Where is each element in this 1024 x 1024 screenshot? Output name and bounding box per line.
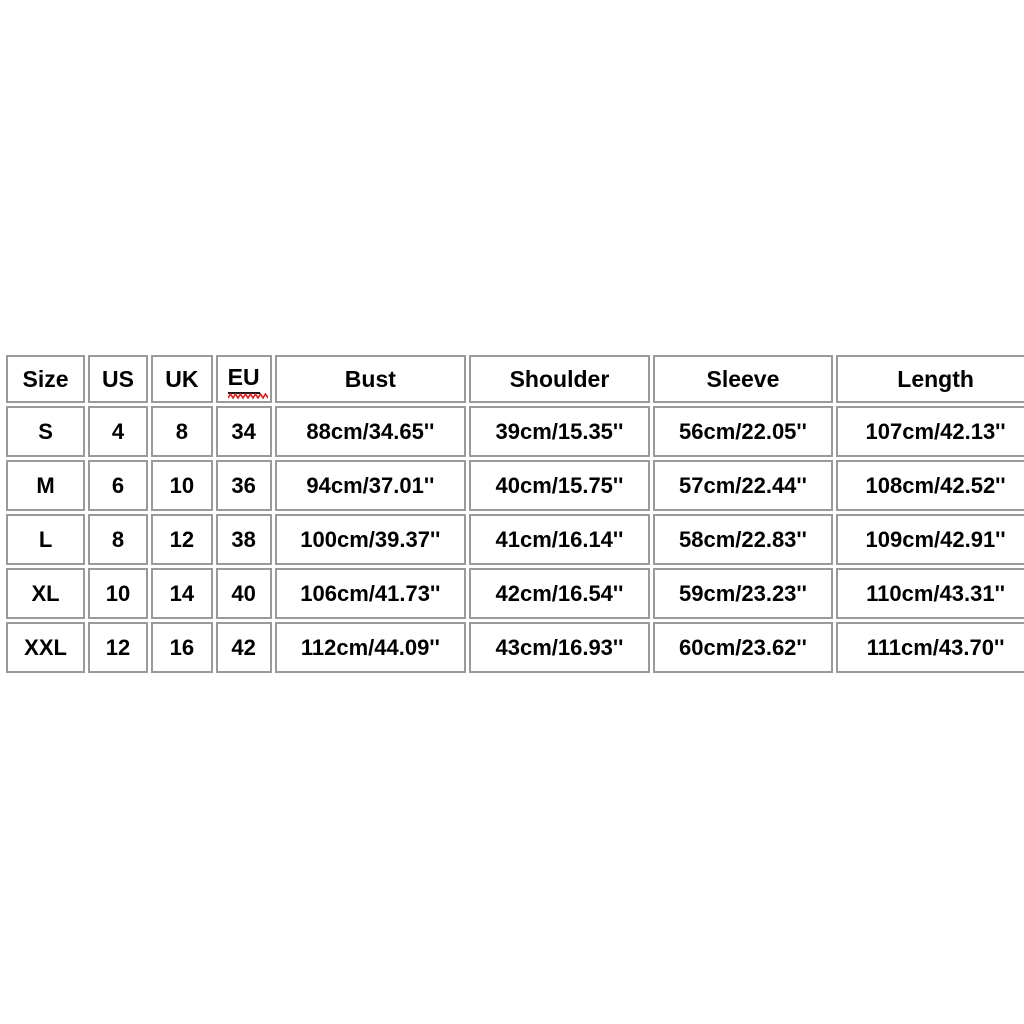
column-header-uk-label: UK [165, 365, 199, 392]
cell-eu: 34 [215, 406, 272, 457]
column-header-shoulder-label: Shoulder [509, 365, 610, 392]
column-header-bust-label: Bust [344, 365, 396, 392]
column-header-shoulder: Shoulder [469, 355, 650, 403]
cell-size: S [6, 406, 86, 457]
cell-length: 107cm/42.13'' [836, 406, 1024, 457]
table-header-row: Size US UK EU Bust Shoulder Sleeve Lengt… [6, 355, 1024, 403]
table-row: S 4 8 34 88cm/34.65'' 39cm/15.35'' 56cm/… [6, 406, 1024, 457]
cell-bust: 94cm/37.01'' [274, 460, 467, 511]
cell-eu: 38 [215, 514, 272, 565]
cell-uk: 12 [150, 514, 213, 565]
cell-bust: 106cm/41.73'' [274, 568, 467, 619]
cell-eu: 36 [215, 460, 272, 511]
column-header-size-label: Size [22, 365, 69, 392]
cell-length: 108cm/42.52'' [836, 460, 1024, 511]
cell-size: XXL [6, 622, 86, 673]
cell-uk: 8 [150, 406, 213, 457]
cell-uk: 16 [150, 622, 213, 673]
cell-sleeve: 57cm/22.44'' [652, 460, 834, 511]
table-row: L 8 12 38 100cm/39.37'' 41cm/16.14'' 58c… [6, 514, 1024, 565]
size-chart-body: Size US UK EU Bust Shoulder Sleeve Lengt… [6, 355, 1024, 673]
column-header-length: Length [836, 355, 1024, 403]
column-header-bust: Bust [274, 355, 467, 403]
cell-bust: 100cm/39.37'' [274, 514, 467, 565]
cell-bust: 112cm/44.09'' [274, 622, 467, 673]
spellcheck-squiggle-icon [227, 393, 268, 399]
cell-shoulder: 40cm/15.75'' [469, 460, 650, 511]
table-row: M 6 10 36 94cm/37.01'' 40cm/15.75'' 57cm… [6, 460, 1024, 511]
cell-sleeve: 56cm/22.05'' [652, 406, 834, 457]
cell-size: M [6, 460, 86, 511]
cell-eu: 40 [215, 568, 272, 619]
cell-shoulder: 41cm/16.14'' [469, 514, 650, 565]
size-chart-table: Size US UK EU Bust Shoulder Sleeve Lengt… [3, 352, 1024, 676]
cell-shoulder: 43cm/16.93'' [469, 622, 650, 673]
cell-us: 10 [88, 568, 148, 619]
size-chart-container: Size US UK EU Bust Shoulder Sleeve Lengt… [3, 352, 1024, 676]
cell-length: 109cm/42.91'' [836, 514, 1024, 565]
column-header-us: US [88, 355, 148, 403]
column-header-length-label: Length [897, 365, 974, 392]
cell-length: 111cm/43.70'' [836, 622, 1024, 673]
cell-shoulder: 39cm/15.35'' [469, 406, 650, 457]
column-header-sleeve-label: Sleeve [706, 365, 780, 392]
cell-us: 12 [88, 622, 148, 673]
cell-us: 4 [88, 406, 148, 457]
column-header-eu-label: EU [227, 364, 260, 390]
cell-size: XL [6, 568, 86, 619]
column-header-size: Size [6, 355, 86, 403]
cell-us: 8 [88, 514, 148, 565]
cell-length: 110cm/43.31'' [836, 568, 1024, 619]
column-header-us-label: US [102, 365, 134, 392]
cell-us: 6 [88, 460, 148, 511]
cell-eu: 42 [215, 622, 272, 673]
column-header-uk: UK [150, 355, 213, 403]
cell-sleeve: 59cm/23.23'' [652, 568, 834, 619]
column-header-eu: EU [215, 355, 272, 403]
cell-sleeve: 60cm/23.62'' [652, 622, 834, 673]
cell-shoulder: 42cm/16.54'' [469, 568, 650, 619]
cell-size: L [6, 514, 86, 565]
column-header-sleeve: Sleeve [652, 355, 834, 403]
cell-uk: 10 [150, 460, 213, 511]
cell-uk: 14 [150, 568, 213, 619]
cell-bust: 88cm/34.65'' [274, 406, 467, 457]
table-row: XL 10 14 40 106cm/41.73'' 42cm/16.54'' 5… [6, 568, 1024, 619]
spellcheck-underlined-text: EU [227, 364, 268, 399]
table-row: XXL 12 16 42 112cm/44.09'' 43cm/16.93'' … [6, 622, 1024, 673]
cell-sleeve: 58cm/22.83'' [652, 514, 834, 565]
